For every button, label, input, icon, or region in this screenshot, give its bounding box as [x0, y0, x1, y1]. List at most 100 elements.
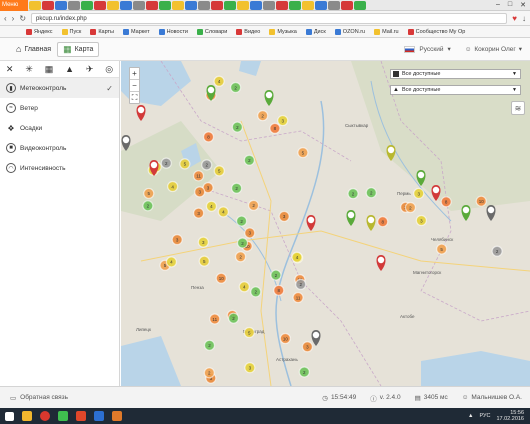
wrench-icon[interactable]: ✕ [6, 64, 14, 75]
tab-icon[interactable] [159, 0, 171, 10]
layer-video[interactable]: ■ Видеоконтроль [0, 138, 119, 158]
filter-select-stations[interactable]: Все доступные ▼ [390, 69, 521, 79]
tab-icon[interactable] [211, 0, 223, 10]
bookmark-icon [61, 28, 68, 35]
app-icon[interactable] [112, 411, 122, 421]
bookmark-item[interactable]: Диск [305, 28, 326, 35]
tab-icon[interactable] [68, 0, 80, 10]
language-selector[interactable]: Русский ▾ [404, 45, 451, 53]
tab-icon[interactable] [94, 0, 106, 10]
check-icon: ✓ [106, 83, 113, 93]
tab-icon[interactable] [289, 0, 301, 10]
grid-icon[interactable]: ▦ [45, 64, 54, 75]
tab-icon[interactable] [237, 0, 249, 10]
bookmark-item[interactable]: Видео [236, 28, 260, 35]
station-pin-icon [307, 216, 315, 224]
tab-icon[interactable] [42, 0, 54, 10]
tab-icon[interactable] [354, 0, 366, 10]
feedback-link[interactable]: ▭ Обратная связь [10, 394, 68, 402]
user-menu[interactable]: ☺ Кокорин Олег ▾ [465, 45, 522, 54]
station-pin-icon [207, 86, 215, 94]
back-icon[interactable]: ‹ [4, 14, 7, 23]
bookmark-item[interactable]: Словари [196, 28, 227, 35]
map-view[interactable]: Сыктывкар Пермь Пенза Магнитогорск Челяб… [121, 61, 530, 386]
cluster-count: 11 [296, 295, 301, 300]
pin-icon[interactable]: ◎ [105, 64, 113, 75]
tab-icon[interactable] [328, 0, 340, 10]
browser-menu-button[interactable]: Меню [0, 0, 28, 11]
tab-icon[interactable] [276, 0, 288, 10]
layer-precipitation[interactable]: ❖ Осадки [0, 118, 119, 138]
tab-icon[interactable] [120, 0, 132, 10]
layer-meteo[interactable]: ▮ Метеоконтроль ✓ [0, 78, 119, 98]
tab-icon[interactable] [133, 0, 145, 10]
station-pin-icon [387, 146, 395, 154]
bookmark-item[interactable]: Сообщество My Op [407, 28, 465, 35]
bookmark-item[interactable]: Карты [90, 28, 114, 35]
map-layers-button[interactable]: ≋ [511, 101, 525, 115]
minimize-icon[interactable]: – [496, 1, 500, 9]
satellite-icon[interactable]: ✈ [86, 64, 94, 75]
tab-icon[interactable] [107, 0, 119, 10]
clock-icon: ◷ [322, 394, 328, 402]
station-pin-icon [462, 206, 470, 214]
tab-map[interactable]: ▦ Карта [57, 41, 100, 57]
layer-intensity[interactable]: ◠ Интенсивность [0, 158, 119, 178]
url-input[interactable]: pkcup.ru/index.php [31, 12, 508, 24]
fullscreen-button[interactable]: ⛶ [130, 92, 139, 103]
maximize-icon[interactable]: □ [508, 1, 512, 9]
speed-icon: ▤ [414, 394, 421, 402]
tab-icon[interactable] [302, 0, 314, 10]
input-language[interactable]: РУС [479, 413, 490, 419]
layer-wind[interactable]: ≈ Ветер [0, 98, 119, 118]
yandex-browser-icon[interactable] [40, 411, 50, 421]
zoom-control: + − ⛶ [129, 67, 140, 104]
bookmark-item[interactable]: Музыка [269, 28, 297, 35]
reload-icon[interactable]: ↻ [19, 14, 26, 23]
tab-icon[interactable] [263, 0, 275, 10]
zoom-in-button[interactable]: + [130, 68, 139, 80]
address-bar: ‹ › ↻ pkcup.ru/index.php ♥ ↓ [0, 11, 530, 26]
app-icon[interactable] [76, 411, 86, 421]
station-pin-icon [150, 161, 158, 169]
station-pin-icon [122, 136, 130, 144]
tab-icon[interactable] [81, 0, 93, 10]
tab-icon[interactable] [250, 0, 262, 10]
bookmark-item[interactable]: Новости [158, 28, 188, 35]
tab-home[interactable]: ⌂ Главная [10, 42, 57, 57]
app-header: ⌂ Главная ▦ Карта Русский ▾ ☺ Кокорин Ол… [0, 38, 530, 61]
tab-icon[interactable] [172, 0, 184, 10]
windows-start-icon[interactable] [5, 411, 14, 421]
tab-icon[interactable] [315, 0, 327, 10]
heart-icon[interactable]: ♥ [512, 14, 517, 23]
chat-icon: ▭ [10, 394, 17, 402]
tab-icon[interactable] [224, 0, 236, 10]
app-icon[interactable] [58, 411, 68, 421]
bookmark-item[interactable]: Mail.ru [374, 28, 399, 35]
latency-status: ▤ 3405 мс [414, 394, 448, 402]
tab-icon[interactable] [185, 0, 197, 10]
bookmark-item[interactable]: OZON.ru [334, 28, 365, 35]
tab-icon[interactable] [29, 0, 41, 10]
station-icon [393, 71, 399, 77]
car-icon[interactable]: ▲ [65, 64, 74, 74]
bookmark-item[interactable]: Пуск [61, 28, 81, 35]
network-icon[interactable]: ▲ [468, 413, 473, 419]
explorer-icon[interactable] [22, 411, 32, 421]
bookmark-item[interactable]: Маркет [123, 28, 150, 35]
close-icon[interactable]: ✕ [520, 1, 526, 9]
zoom-out-button[interactable]: − [130, 80, 139, 92]
tab-icon[interactable] [146, 0, 158, 10]
filter-select-roads[interactable]: ▲ Все доступные ▼ [390, 85, 521, 95]
map-canvas: Сыктывкар Пермь Пенза Магнитогорск Челяб… [121, 61, 530, 386]
download-icon[interactable]: ↓ [522, 14, 526, 23]
tab-icon[interactable] [341, 0, 353, 10]
snowflake-icon[interactable]: ✳ [25, 64, 33, 75]
tab-icon[interactable] [55, 0, 67, 10]
forward-icon[interactable]: › [12, 14, 15, 23]
word-icon[interactable] [94, 411, 104, 421]
system-clock[interactable]: 15:56 17.02.2016 [496, 410, 524, 422]
tab-icon[interactable] [198, 0, 210, 10]
bookmark-icon [26, 28, 32, 35]
bookmark-item[interactable]: Яндекс [26, 28, 53, 35]
